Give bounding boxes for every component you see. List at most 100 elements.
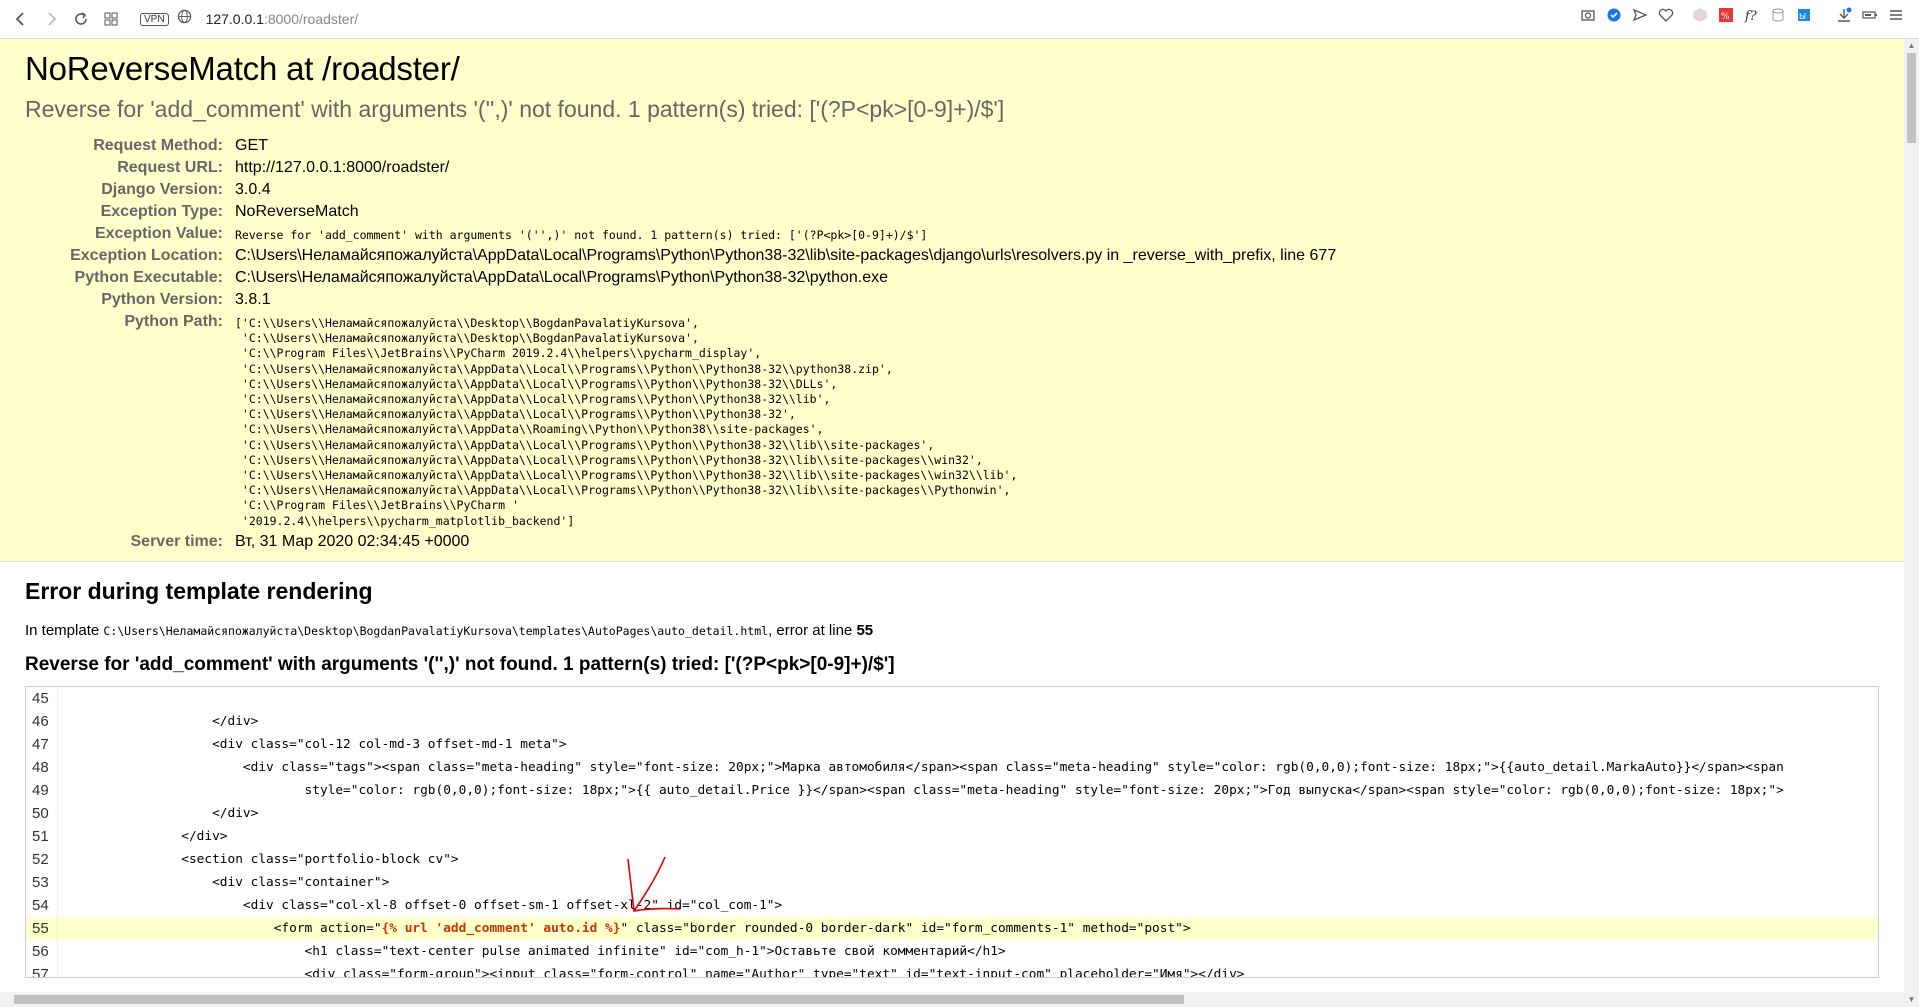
scroll-thumb-horizontal[interactable]	[14, 995, 1184, 1004]
formula-icon[interactable]: f?	[1741, 4, 1763, 26]
meta-row-request-url: Request URL: http://127.0.0.1:8000/roadst…	[25, 157, 1336, 179]
meta-value: Вт, 31 Мар 2020 02:34:45 +0000	[235, 532, 470, 550]
intro-mid: , error at line	[768, 622, 857, 639]
error-subtitle: Reverse for 'add_comment' with arguments…	[25, 96, 1005, 122]
scroll-up-icon[interactable]: ▲	[1904, 39, 1919, 53]
meta-row-python-version: Python Version: 3.8.1	[25, 289, 1336, 311]
source-line: 47 <div class="col-12 col-md-3 offset-md…	[26, 733, 1878, 756]
error-summary: NoReverseMatch at /roadster/ Reverse for…	[0, 39, 1904, 562]
svg-text:f?: f?	[1744, 9, 1758, 23]
extensions-bar: % f? Ы	[1577, 4, 1907, 26]
meta-label: Exception Value:	[94, 225, 223, 242]
url-host: 127.0.0.1	[205, 11, 264, 27]
line-number: 54	[26, 894, 58, 917]
line-number: 51	[26, 825, 58, 848]
line-number: 53	[26, 871, 58, 894]
heart-icon[interactable]	[1655, 4, 1677, 26]
vertical-scrollbar[interactable]: ▲ ▼	[1904, 39, 1919, 1007]
meta-label: Python Path:	[124, 313, 223, 330]
source-line: 46 </div>	[26, 710, 1878, 733]
line-number: 55	[26, 917, 58, 940]
meta-value: 3.8.1	[235, 291, 271, 308]
source-code: </div>	[58, 806, 259, 821]
browser-toolbar: VPN 127.0.0.1:8000/roadster/ % f? Ы	[0, 0, 1919, 39]
meta-label: Request URL:	[117, 159, 223, 176]
meta-value: C:\Users\Неламайсяпожалуйста\AppData\Loc…	[235, 269, 888, 286]
source-code: </div>	[58, 829, 228, 844]
shield-icon[interactable]	[1603, 4, 1625, 26]
translate-icon[interactable]: %	[1715, 4, 1737, 26]
meta-label: Server time:	[130, 532, 224, 550]
source-line: 48 <div class="tags"><span class="meta-h…	[26, 756, 1878, 779]
globe-icon[interactable]	[177, 9, 192, 29]
camera-icon[interactable]	[1577, 4, 1599, 26]
line-number: 56	[26, 940, 58, 963]
source-line: 45	[26, 687, 1878, 710]
source-code: <section class="portfolio-block cv">	[58, 852, 459, 867]
scroll-thumb[interactable]	[1907, 53, 1916, 143]
python-path-value: ['C:\\Users\\Неламайсяпожалуйста\\Deskto…	[235, 316, 1018, 528]
source-line: 57 <div class="form-group"><input class=…	[26, 963, 1878, 977]
line-number: 49	[26, 779, 58, 802]
code-before: <form action="	[58, 921, 382, 936]
meta-row-exception-location: Exception Location: C:\Users\Неламайсяпож…	[25, 245, 1336, 267]
meta-value: NoReverseMatch	[235, 203, 359, 220]
source-line: 56 <h1 class="text-center pulse animated…	[26, 940, 1878, 963]
template-error-section: Error during template rendering In templ…	[0, 562, 1904, 978]
page-title: NoReverseMatch at /roadster/	[25, 50, 460, 87]
reload-icon	[75, 12, 87, 25]
line-number: 48	[26, 756, 58, 779]
line-number: 52	[26, 848, 58, 871]
meta-value: C:\Users\Неламайсяпожалуйста\AppData\Loc…	[235, 247, 1337, 264]
line-number: 50	[26, 802, 58, 825]
meta-row-request-method: Request Method: GET	[25, 135, 1336, 157]
forward-button[interactable]	[36, 4, 66, 34]
meta-row-server-time: Server time: Вт, 31 Мар 2020 02:34:45 +00…	[25, 531, 1336, 553]
intro-prefix: In template	[25, 622, 104, 639]
source-line: 52 <section class="portfolio-block cv">	[26, 848, 1878, 871]
meta-value: GET	[235, 137, 268, 154]
meta-value: 3.0.4	[235, 181, 271, 198]
reload-button[interactable]	[66, 4, 96, 34]
battery-icon[interactable]	[1859, 4, 1881, 26]
meta-value: http://127.0.0.1:8000/roadster/	[235, 159, 450, 176]
vpn-badge[interactable]: VPN	[140, 12, 169, 26]
meta-label: Exception Location:	[70, 247, 223, 264]
line-number: 46	[26, 710, 58, 733]
source-line: 51 </div>	[26, 825, 1878, 848]
template-error-heading: Error during template rendering	[25, 578, 373, 604]
back-icon	[15, 12, 24, 26]
source-code: <h1 class="text-center pulse animated in…	[58, 944, 1006, 959]
svg-text:%: %	[1721, 12, 1730, 22]
dictionary-icon[interactable]: Ы	[1793, 4, 1815, 26]
database-icon[interactable]	[1767, 4, 1789, 26]
template-intro: In template C:\Users\Неламайсяпожалуйста…	[25, 622, 1879, 639]
cube-icon[interactable]	[1689, 4, 1711, 26]
annotation-arrow-icon	[627, 856, 681, 912]
source-line: 54 <div class="col-xl-8 offset-0 offset-…	[26, 894, 1878, 917]
meta-row-django-version: Django Version: 3.0.4	[25, 179, 1336, 201]
menu-icon[interactable]	[1885, 4, 1907, 26]
source-code: style="color: rgb(0,0,0);font-size: 18px…	[58, 783, 1784, 798]
source-code: <div class="container">	[58, 875, 390, 890]
meta-row-python-path: Python Path: ['C:\\Users\\Неламайсяпожалу…	[25, 311, 1336, 531]
error-line-number: 55	[856, 622, 874, 639]
scroll-down-icon[interactable]: ▼	[1904, 993, 1919, 1007]
download-icon[interactable]	[1833, 4, 1855, 26]
request-meta-table: Request Method: GET Request URL: http://12…	[25, 135, 1336, 553]
meta-label: Request Method:	[93, 137, 223, 154]
error-page: NoReverseMatch at /roadster/ Reverse for…	[0, 39, 1904, 992]
line-number: 45	[26, 687, 58, 710]
meta-label: Python Executable:	[74, 269, 223, 286]
back-button[interactable]	[6, 4, 36, 34]
source-context[interactable]: 45 46 </div> 47 <div class="col-12 col-md-…	[25, 686, 1879, 978]
grid-icon	[104, 12, 118, 26]
address-bar[interactable]: 127.0.0.1:8000/roadster/	[206, 11, 359, 27]
meta-label: Python Version:	[101, 291, 223, 308]
tabs-grid-button[interactable]	[96, 4, 126, 34]
send-icon[interactable]	[1629, 4, 1651, 26]
nav-controls: VPN 127.0.0.1:8000/roadster/	[6, 4, 358, 34]
svg-text:Ы: Ы	[1799, 12, 1806, 21]
horizontal-scrollbar[interactable]	[0, 992, 1904, 1007]
meta-row-exception-value: Exception Value: Reverse for 'add_comment…	[25, 223, 1336, 245]
